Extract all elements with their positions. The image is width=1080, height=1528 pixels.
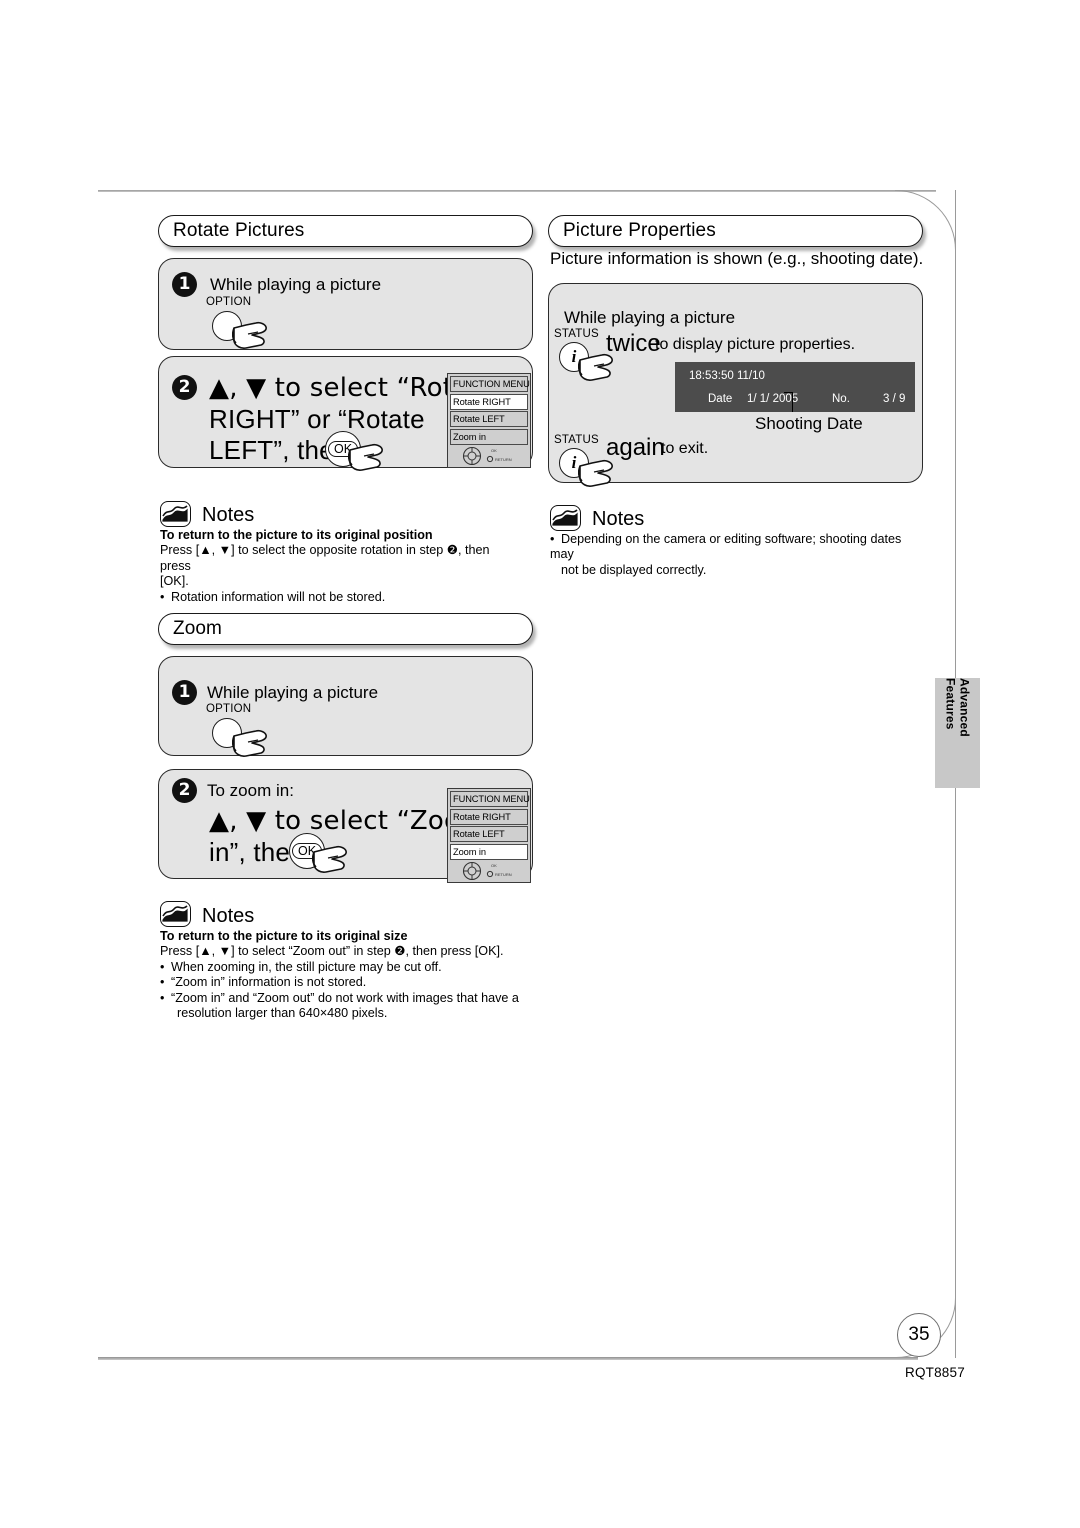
function-menu-rotate: FUNCTION MENU Rotate RIGHT Rotate LEFT Z… [447, 373, 531, 468]
zoom-step1-key-label: OPTION [206, 703, 252, 715]
osd-no-label: No. [832, 393, 850, 405]
pointing-hand-icon [348, 443, 383, 471]
osd-properties-display: 18:53:50 11/10 Date 1/ 1/ 2005 No. 3 / 9 [675, 362, 915, 412]
function-menu-item-rotate-left[interactable]: Rotate LEFT [450, 826, 528, 842]
notes-bullet-zoom-2: “Zoom in” and “Zoom out” do not work wit… [171, 990, 519, 1005]
properties-action1-strong: twice [606, 330, 661, 357]
notes-line2-rotate: [OK]. [160, 574, 189, 589]
status-key-label-2: STATUS [554, 434, 599, 446]
function-menu-item-zoom-in[interactable]: Zoom in [450, 843, 528, 860]
frame-top-rule [98, 190, 936, 192]
notes-icon [550, 505, 581, 531]
section-title-properties: Picture Properties [563, 220, 716, 241]
callout-vertical-rule [792, 392, 794, 412]
notes-icon [160, 501, 191, 527]
pointing-hand-icon [232, 729, 267, 757]
properties-lead: While playing a picture [564, 308, 736, 327]
notes-heading-zoom: Notes [202, 905, 255, 927]
svg-text:OK: OK [491, 863, 497, 868]
zoom-step1-number: 1 [172, 680, 197, 705]
function-menu-item-rotate-right[interactable]: Rotate RIGHT [450, 393, 528, 410]
zoom-step2-line1: ▲, ▼ to select “Zoom [209, 806, 486, 836]
properties-action2-strong: again [606, 434, 665, 461]
zoom-step1-text: While playing a picture [207, 683, 379, 702]
callout-shooting-date: Shooting Date [755, 414, 863, 433]
svg-text:RETURN: RETURN [495, 457, 512, 462]
notes-bullet-rotate-0: Rotation information will not be stored. [171, 589, 386, 604]
dpad-return-icon: OK RETURN [462, 861, 512, 881]
notes-line1-rotate: Press [▲, ▼] to select the opposite rota… [160, 543, 490, 573]
bullet-glyph: • [160, 990, 165, 1005]
osd-time: 18:53:50 11/10 [689, 370, 765, 382]
osd-date-label: Date [708, 393, 733, 405]
notes-bullet-properties-1: not be displayed correctly. [561, 562, 707, 577]
section-header-zoom: Zoom [158, 613, 533, 645]
bullet-glyph: • [160, 975, 165, 990]
section-title-rotate: Rotate Pictures [173, 220, 305, 241]
notes-bullet-zoom-3: resolution larger than 640×480 pixels. [177, 1006, 388, 1021]
section-header-picture-properties: Picture Properties [548, 215, 923, 247]
dpad-return-icon: OK RETURN [462, 446, 512, 466]
function-menu-title: FUNCTION MENU [450, 791, 530, 807]
section-header-rotate-pictures: Rotate Pictures [158, 215, 533, 247]
function-menu-zoom: FUNCTION MENU Rotate RIGHT Rotate LEFT Z… [447, 788, 531, 883]
notes-bullet-zoom-0: When zooming in, the still picture may b… [171, 959, 442, 974]
section-title-zoom: Zoom [173, 618, 222, 639]
notes-bullet-properties-0: Depending on the camera or editing softw… [550, 532, 902, 562]
function-menu-footer: OK RETURN [450, 861, 528, 881]
function-menu-title: FUNCTION MENU [450, 376, 530, 392]
zoom-step2-number: 2 [172, 778, 197, 803]
bullet-glyph: • [160, 589, 165, 604]
notes-body-rotate: To return to the picture to its original… [160, 528, 520, 605]
function-menu-item-zoom-in[interactable]: Zoom in [450, 428, 528, 445]
page-number-badge: 35 [897, 1313, 941, 1357]
function-menu-footer: OK RETURN [450, 446, 528, 466]
pointing-hand-icon [312, 845, 347, 873]
notes-line1-zoom: Press [▲, ▼] to select “Zoom out” in ste… [160, 944, 504, 959]
notes-body-zoom: To return to the picture to its original… [160, 929, 530, 1021]
bullet-glyph: • [160, 959, 165, 974]
svg-text:OK: OK [491, 448, 497, 453]
bullet-glyph: • [550, 532, 555, 546]
notes-heading-rotate: Notes [202, 504, 255, 526]
rotate-step1-key-label: OPTION [206, 296, 252, 308]
frame-bottom-rule [98, 1357, 918, 1360]
osd-no-value: 3 / 9 [883, 393, 906, 405]
zoom-step2-lead: To zoom in: [207, 781, 294, 800]
rotate-step2-number: 2 [172, 375, 197, 400]
function-menu-item-rotate-left[interactable]: Rotate LEFT [450, 411, 528, 427]
notes-body-properties: • Depending on the camera or editing soft… [550, 532, 922, 578]
osd-date-value: 1/ 1/ 2005 [747, 393, 799, 405]
document-code: RQT8857 [905, 1365, 965, 1380]
properties-action2-rest: to exit. [661, 440, 709, 457]
rotate-step1-text: While playing a picture [210, 275, 382, 294]
properties-action1-rest: to display picture properties. [655, 336, 856, 353]
function-menu-item-rotate-right[interactable]: Rotate RIGHT [450, 808, 528, 825]
side-tab-advanced-features: Advanced Features [935, 678, 980, 788]
status-key-label-1: STATUS [554, 328, 599, 340]
notes-heading-properties: Notes [592, 508, 645, 530]
svg-text:RETURN: RETURN [495, 872, 512, 877]
rotate-step2-line2: RIGHT” or “Rotate [209, 404, 425, 434]
notes-bullet-zoom-1: “Zoom in” information is not stored. [171, 975, 367, 990]
side-tab-label: Advanced Features [943, 678, 972, 737]
pointing-hand-icon [232, 321, 267, 349]
rotate-step1-number: 1 [172, 272, 197, 297]
notes-bold-rotate: To return to the picture to its original… [160, 528, 433, 542]
notes-bold-zoom: To return to the picture to its original… [160, 929, 408, 943]
notes-icon [160, 901, 191, 927]
manual-page: Advanced Features Rotate Pictures 1 Whil… [0, 0, 1080, 1528]
properties-intro: Picture information is shown (e.g., shoo… [550, 249, 924, 268]
